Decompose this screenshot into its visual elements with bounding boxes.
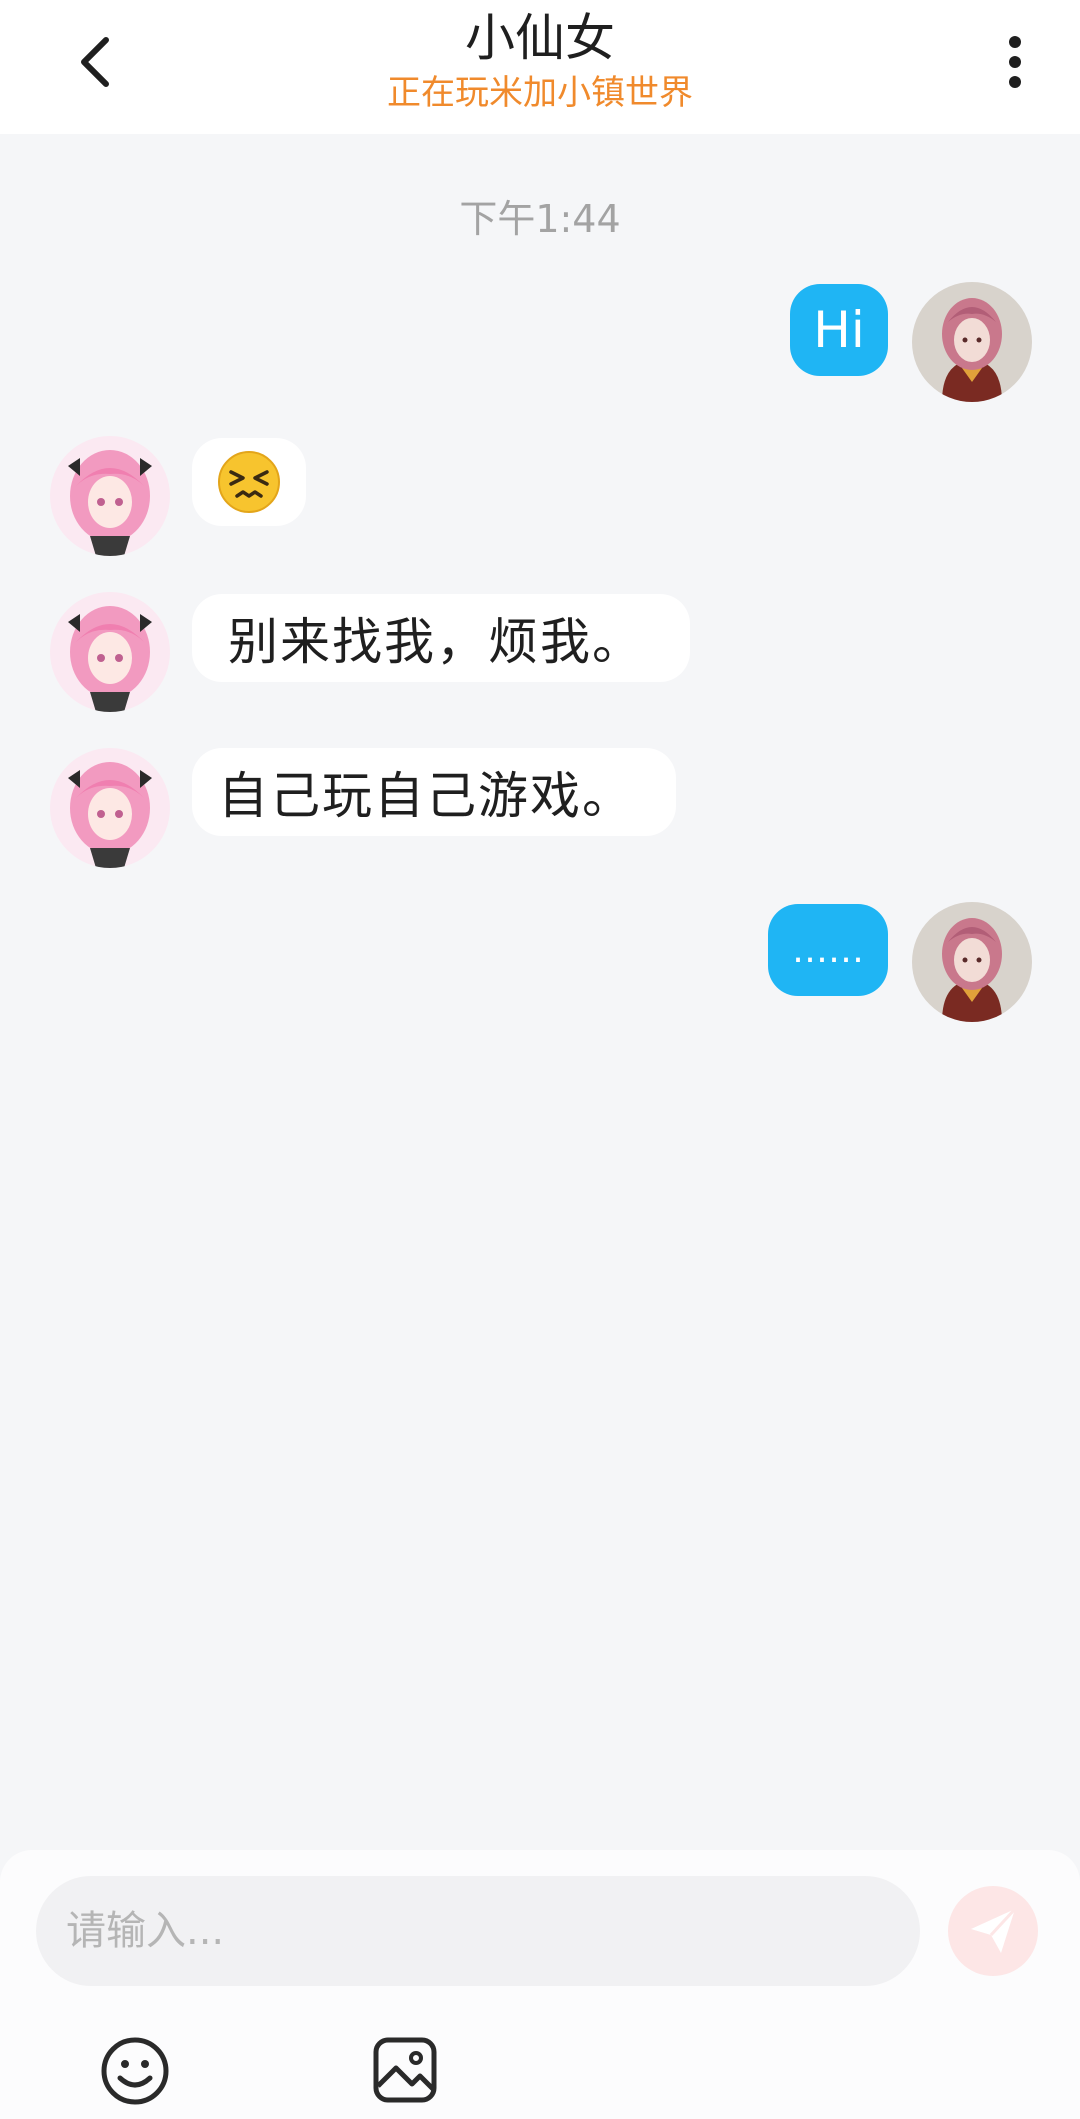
message-timestamp: 下午1:44 (459, 197, 621, 241)
contact-avatar[interactable] (50, 748, 170, 868)
smiley-icon (101, 2037, 169, 2105)
contact-avatar[interactable] (50, 592, 170, 712)
self-avatar[interactable] (912, 902, 1032, 1022)
message-text: Hi (813, 301, 865, 359)
emoji-button[interactable] (100, 2036, 170, 2106)
image-icon (373, 2037, 437, 2103)
message-bubble-outgoing[interactable]: …… (768, 904, 888, 996)
image-button[interactable] (372, 2036, 438, 2104)
message-input[interactable] (36, 1876, 920, 1986)
send-icon (971, 1907, 1017, 1953)
self-avatar[interactable] (912, 282, 1032, 402)
message-text: …… (792, 929, 864, 971)
more-options-button[interactable] (990, 30, 1040, 94)
contact-avatar[interactable] (50, 436, 170, 556)
contact-name: 小仙女 (465, 9, 615, 67)
persevering-face-icon (218, 451, 280, 513)
message-text: 别来找我，烦我。 (228, 613, 644, 671)
message-text: 自己玩自己游戏。 (218, 767, 634, 825)
message-bubble-incoming[interactable] (192, 438, 306, 526)
message-bubble-incoming[interactable]: 自己玩自己游戏。 (192, 748, 676, 836)
contact-status: 正在玩米加小镇世界 (387, 73, 693, 113)
message-bubble-incoming[interactable]: 别来找我，烦我。 (192, 594, 690, 682)
send-button[interactable] (948, 1886, 1038, 1976)
chat-header: 小仙女 正在玩米加小镇世界 (0, 0, 1080, 134)
message-bubble-outgoing[interactable]: Hi (790, 284, 888, 376)
more-vertical-icon (1009, 36, 1021, 88)
